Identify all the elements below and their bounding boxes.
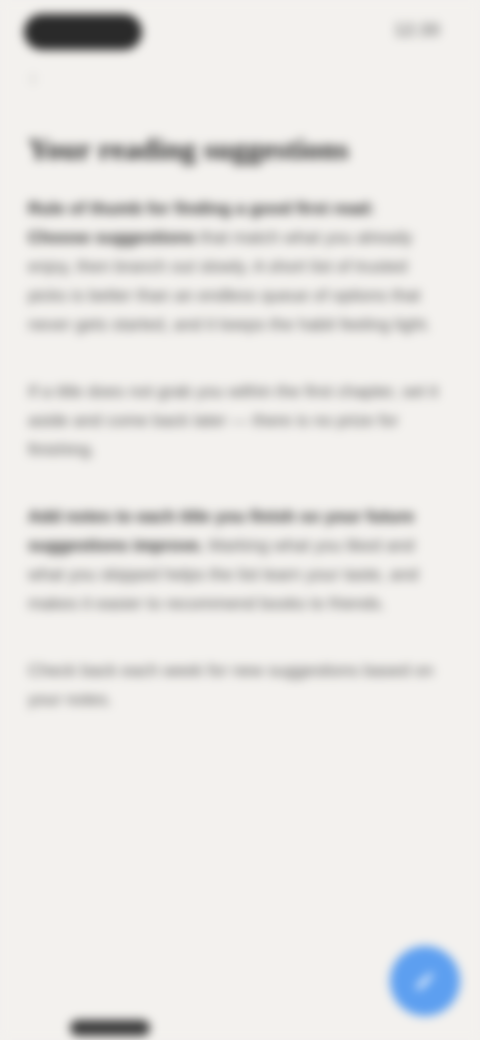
bottom-bar <box>70 1020 150 1036</box>
paragraph-4-text: Check back each week for new suggestions… <box>28 661 434 709</box>
status-time: 12:30 <box>393 20 440 40</box>
page-title: Your reading suggestions <box>28 133 349 166</box>
compose-icon <box>416 972 434 990</box>
paragraph-2-text: If a title does not grab you within the … <box>28 382 439 459</box>
paragraph-3: Add notes to each title you finish so yo… <box>28 502 440 618</box>
paragraph-4: Check back each week for new suggestions… <box>28 656 440 714</box>
status-pill <box>24 14 142 50</box>
compose-fab-button[interactable] <box>390 946 460 1016</box>
content-area: Your reading suggestions Rule of thumb f… <box>28 132 440 752</box>
paragraph-2: If a title does not grab you within the … <box>28 377 440 464</box>
app-screen: 12:30 Your reading suggestions Rule of t… <box>0 0 480 1040</box>
paragraph-1: Rule of thumb for finding a good first r… <box>28 194 440 339</box>
back-icon[interactable] <box>32 74 40 84</box>
